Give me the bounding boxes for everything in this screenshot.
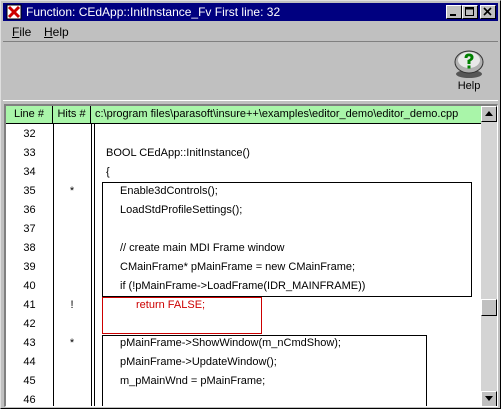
file-path-header: c:\program files\parasoft\insure++\examp… <box>95 108 459 120</box>
source-row[interactable]: 33 BOOL CEdApp::InitInstance() <box>6 144 481 163</box>
line-number: 42 <box>23 318 36 330</box>
window-title: Function: CEdApp::InitInstance_Fv First … <box>26 5 281 19</box>
arrow-down-icon <box>485 396 493 401</box>
line-number: 37 <box>23 223 36 235</box>
help-label: Help <box>457 80 481 92</box>
toolbar: Help <box>3 41 498 101</box>
line-number: 43 <box>23 337 36 349</box>
line-number: 41 <box>23 299 36 311</box>
help-button[interactable]: Help <box>447 49 491 97</box>
source-code: BOOL CEdApp::InitInstance() <box>106 147 250 159</box>
line-number: 38 <box>23 242 36 254</box>
scroll-up-button[interactable] <box>481 106 497 122</box>
line-number: 32 <box>23 128 36 140</box>
line-number: 34 <box>23 166 36 178</box>
line-number: 45 <box>23 375 36 387</box>
minimize-icon <box>450 14 456 16</box>
line-number: 46 <box>23 394 36 406</box>
line-number: 35 <box>23 185 36 197</box>
question-mark-icon <box>454 50 484 78</box>
line-number: 33 <box>23 147 36 159</box>
coverage-block-covered <box>102 182 472 297</box>
minimize-button[interactable] <box>446 5 462 19</box>
line-number: 36 <box>23 204 36 216</box>
arrow-up-icon <box>485 111 493 116</box>
source-code: { <box>106 166 110 178</box>
line-number: 39 <box>23 261 36 273</box>
menu-file[interactable]: File <box>12 25 31 39</box>
maximize-button[interactable] <box>462 5 478 19</box>
line-number: 40 <box>23 280 36 292</box>
hit-count: ! <box>70 299 74 311</box>
line-number: 44 <box>23 356 36 368</box>
hit-count: * <box>69 185 75 197</box>
column-header-hits[interactable]: Hits # <box>53 106 91 124</box>
maximize-icon <box>465 7 474 16</box>
coverage-source-panel: Line # Hits # c:\program files\parasoft\… <box>4 104 498 407</box>
coverage-block-uncovered <box>102 297 262 334</box>
menu-help[interactable]: Help <box>44 25 69 39</box>
close-button[interactable] <box>480 5 496 19</box>
title-bar[interactable]: Function: CEdApp::InitInstance_Fv First … <box>3 3 498 21</box>
source-row[interactable]: 34 { <box>6 163 481 182</box>
close-icon <box>483 7 492 16</box>
scroll-down-button[interactable] <box>481 391 497 406</box>
table-header: Line # Hits # c:\program files\parasoft\… <box>6 106 481 124</box>
coverage-block-covered <box>102 335 427 406</box>
vertical-scrollbar[interactable] <box>481 106 497 406</box>
app-icon <box>6 4 22 20</box>
column-header-line[interactable]: Line # <box>6 106 53 124</box>
source-row[interactable]: 32 <box>6 125 481 144</box>
app-window: Function: CEdApp::InitInstance_Fv First … <box>0 0 501 409</box>
scroll-thumb[interactable] <box>481 299 497 316</box>
hit-count: * <box>69 337 75 349</box>
menu-bar: File Help <box>3 22 498 40</box>
